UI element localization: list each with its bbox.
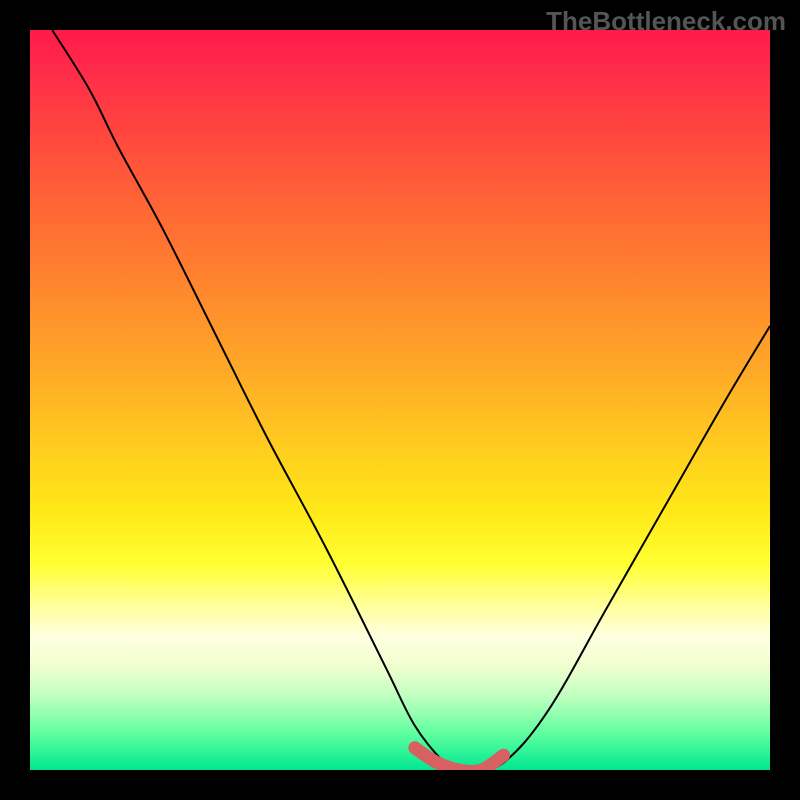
curve-highlight-segment — [415, 748, 504, 770]
bottleneck-curve-line — [52, 30, 770, 770]
chart-svg — [30, 30, 770, 770]
chart-plot-area — [30, 30, 770, 770]
watermark-text: TheBottleneck.com — [546, 6, 786, 37]
